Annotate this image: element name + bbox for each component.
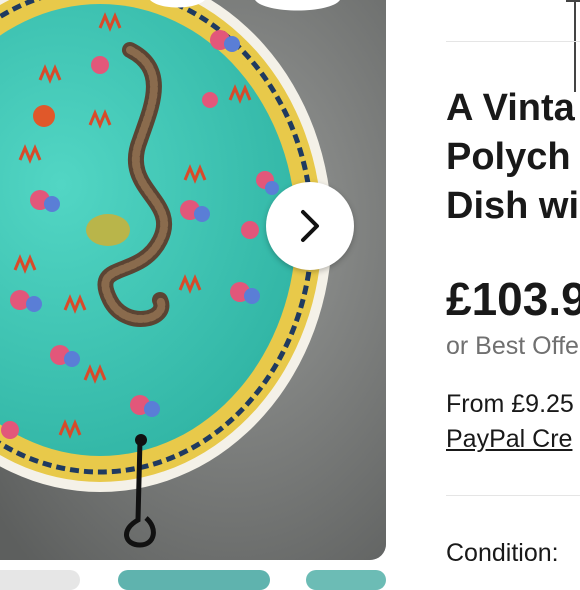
- condition-label: Condition:: [446, 539, 559, 567]
- image-gallery[interactable]: [0, 0, 386, 560]
- thumbnail[interactable]: [118, 570, 270, 590]
- thumbnail[interactable]: [306, 570, 386, 590]
- financing-text: From £9.25: [446, 390, 574, 418]
- thumbnail-strip: [0, 570, 386, 590]
- dragon-plate-photo: [0, 0, 386, 560]
- divider: [446, 495, 580, 496]
- scroll-indicator: [566, 0, 580, 96]
- thumbnail[interactable]: [0, 570, 80, 590]
- listing-title-line: A Vinta: [446, 87, 575, 129]
- best-offer-text: or Best Offe: [446, 332, 579, 360]
- chevron-right-icon: [301, 210, 319, 242]
- listing-title: A Vinta Polych Dish wi: [446, 84, 580, 231]
- paypal-credit-link[interactable]: PayPal Cre: [446, 424, 572, 454]
- listing-price: £103.9: [446, 273, 580, 325]
- listing-title-line: Polych: [446, 136, 571, 178]
- next-image-button[interactable]: [266, 182, 354, 270]
- divider: [446, 41, 580, 42]
- listing-title-line: Dish wi: [446, 185, 580, 227]
